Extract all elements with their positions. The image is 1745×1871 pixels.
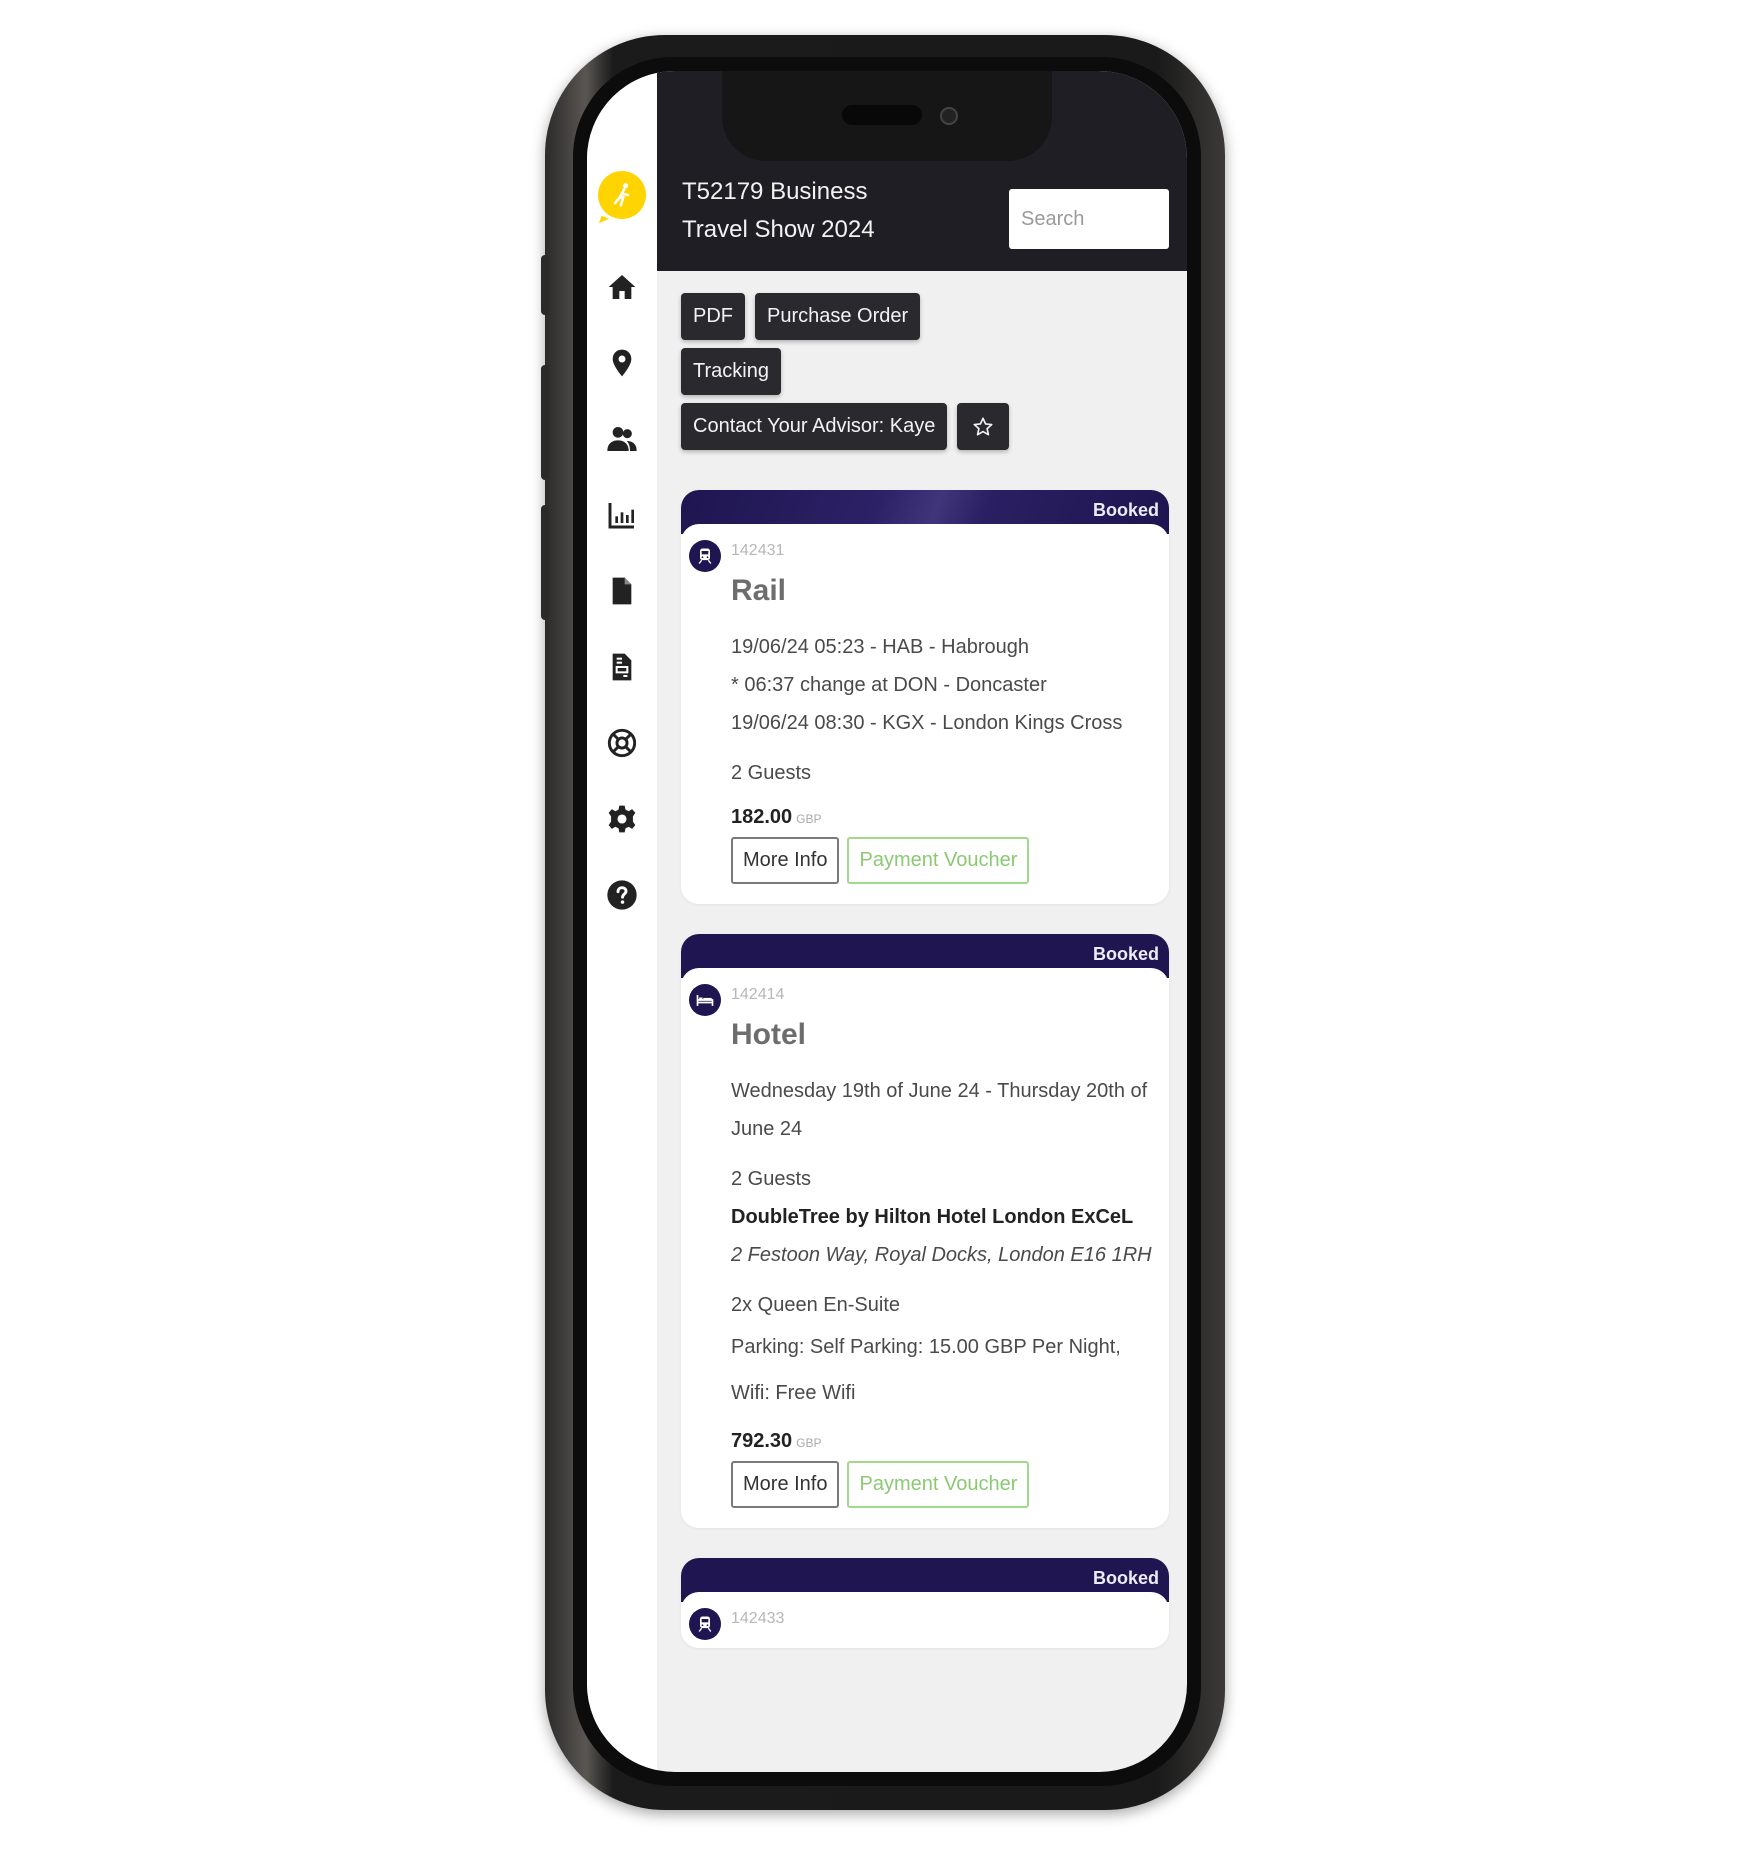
main-content: PDF Purchase Order Tracking Contact Your… — [657, 271, 1187, 1772]
sidebar-item-travellers[interactable] — [604, 421, 640, 457]
stay-dates: Wednesday 19th of June 24 - Thursday 20t… — [731, 1080, 1148, 1140]
help-icon — [607, 880, 637, 910]
speaker-grille — [842, 105, 922, 125]
price-currency: GBP — [796, 1436, 822, 1450]
favourite-button[interactable] — [957, 403, 1010, 450]
page-title-line2: Travel Show 2024 — [682, 216, 875, 243]
guest-count: 2 Guests — [731, 1168, 812, 1190]
room-type: 2x Queen En-Suite — [731, 1294, 900, 1316]
phone-screen: T52179 Business Travel Show 2024 PDF Pur… — [587, 71, 1187, 1772]
app-logo[interactable] — [598, 171, 646, 219]
document-icon — [612, 577, 632, 605]
booking-actions: More Info Payment Voucher — [731, 837, 1153, 884]
journey-departure: 19/06/24 05:23 - HAB - Habrough — [731, 636, 1029, 658]
page-title: T52179 Business Travel Show 2024 — [682, 173, 875, 249]
payment-voucher-button[interactable]: Payment Voucher — [847, 1461, 1030, 1508]
booking-actions: More Info Payment Voucher — [731, 1461, 1153, 1508]
guest-count: 2 Guests — [731, 762, 812, 784]
payment-voucher-button[interactable]: Payment Voucher — [847, 837, 1030, 884]
sidebar-item-documents[interactable] — [604, 573, 640, 609]
more-info-button[interactable]: More Info — [731, 1461, 840, 1508]
train-icon — [698, 1616, 712, 1632]
booking-card-rail: Booked 142431 Rail 19/06/24 05:23 - HAB … — [681, 490, 1169, 904]
booking-reference: 142433 — [731, 1610, 785, 1627]
phone-volume-up-button — [541, 365, 549, 480]
sidebar-item-settings[interactable] — [604, 801, 640, 837]
gear-icon — [608, 805, 636, 833]
phone-bezel: T52179 Business Travel Show 2024 PDF Pur… — [573, 57, 1201, 1786]
booking-reference: 142431 — [731, 542, 785, 559]
action-toolbar: PDF Purchase Order Tracking Contact Your… — [681, 293, 1011, 450]
search-input[interactable] — [1009, 189, 1169, 249]
sidebar-item-home[interactable] — [604, 269, 640, 305]
traveller-icon — [613, 183, 630, 207]
phone-notch — [722, 71, 1052, 161]
journey-change: * 06:37 change at DON - Doncaster — [731, 674, 1047, 696]
lifebuoy-icon — [607, 728, 637, 758]
pdf-button[interactable]: PDF — [681, 293, 745, 340]
booking-type: Rail — [731, 574, 787, 607]
price-amount: 182.00 — [731, 806, 793, 828]
journey-arrival: 19/06/24 08:30 - KGX - London Kings Cros… — [731, 712, 1123, 734]
hotel-name: DoubleTree by Hilton Hotel London ExCeL — [731, 1206, 1134, 1228]
price-currency: GBP — [796, 812, 822, 826]
booking-reference: 142414 — [731, 986, 785, 1003]
booking-type-icon — [689, 1608, 721, 1640]
phone-frame: T52179 Business Travel Show 2024 PDF Pur… — [541, 35, 1225, 1810]
phone-mute-switch — [541, 255, 549, 315]
users-icon — [607, 427, 637, 451]
invoice-icon — [612, 653, 632, 681]
location-pin-icon — [612, 349, 632, 377]
hotel-amenities: Parking: Self Parking: 15.00 GBP Per Nig… — [731, 1336, 1121, 1404]
booking-card-body: 142431 Rail 19/06/24 05:23 - HAB - Habro… — [681, 524, 1169, 904]
phone-volume-down-button — [541, 505, 549, 620]
price-amount: 792.30 — [731, 1430, 793, 1452]
train-icon — [698, 548, 712, 564]
booking-type-icon — [689, 984, 721, 1016]
more-info-button[interactable]: More Info — [731, 837, 840, 884]
hotel-address: 2 Festoon Way, Royal Docks, London E16 1… — [731, 1244, 1152, 1266]
sidebar-item-help[interactable] — [604, 877, 640, 913]
home-icon — [608, 275, 636, 299]
sidebar-item-invoices[interactable] — [604, 649, 640, 685]
sidebar — [587, 71, 657, 1772]
purchase-order-button[interactable]: Purchase Order — [755, 293, 921, 340]
sidebar-item-support[interactable] — [604, 725, 640, 761]
booking-type: Hotel — [731, 1018, 806, 1051]
booking-card-body: 142414 Hotel Wednesday 19th of June 24 -… — [681, 968, 1169, 1528]
booking-card-rail-2: Booked 142433 — [681, 1558, 1169, 1648]
booking-card-body: 142433 — [681, 1592, 1169, 1648]
sidebar-item-reports[interactable] — [604, 497, 640, 533]
booking-price: 182.00 GBP — [731, 806, 1153, 829]
contact-advisor-button[interactable]: Contact Your Advisor: Kaye — [681, 403, 948, 450]
page-title-line1: T52179 Business — [682, 178, 868, 205]
chart-icon — [608, 503, 634, 529]
front-camera — [940, 107, 958, 125]
tracking-button[interactable]: Tracking — [681, 348, 781, 395]
sidebar-item-locations[interactable] — [604, 345, 640, 381]
bed-icon — [696, 995, 714, 1006]
star-icon — [973, 416, 993, 436]
booking-type-icon — [689, 540, 721, 572]
sidebar-nav — [604, 269, 640, 913]
booking-price: 792.30 GBP — [731, 1430, 1153, 1453]
booking-card-hotel: Booked 142414 Hotel Wednesday 19th of Ju… — [681, 934, 1169, 1528]
